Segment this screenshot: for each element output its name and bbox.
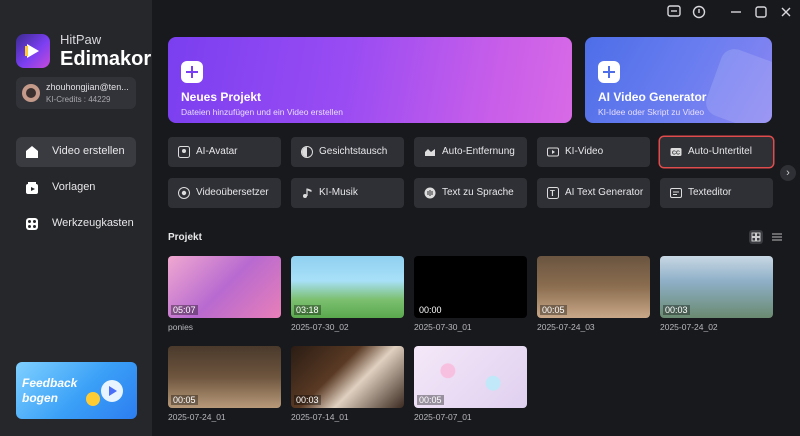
tool-auto-remove[interactable]: Auto-Entfernung — [414, 137, 527, 167]
duration-label: 00:05 — [540, 305, 567, 315]
project-name[interactable]: 2025-07-24_01 — [168, 412, 226, 422]
app-logo — [16, 34, 50, 68]
tool-label: AI Text Generator — [565, 187, 644, 198]
tool-text-to-speech[interactable]: Text zu Sprache — [414, 178, 527, 208]
templates-icon — [26, 182, 38, 194]
new-project-subtitle: Dateien hinzufügen und ein Video erstell… — [181, 107, 343, 117]
duration-label: 00:03 — [294, 395, 321, 405]
project-thumbnail-ponies[interactable]: 05:07 — [168, 256, 281, 318]
project-name[interactable]: 2025-07-07_01 — [414, 412, 472, 422]
home-icon — [26, 146, 38, 158]
sidebar: HitPaw Edimakor zhouhongjian@ten... KI-C… — [0, 0, 152, 436]
tts-icon — [424, 187, 436, 199]
tool-text-editor[interactable]: Texteditor — [660, 178, 773, 208]
avatar-icon — [178, 146, 190, 158]
account-name: zhouhongjian@ten... — [46, 82, 129, 92]
tool-label: KI-Musik — [319, 187, 358, 198]
tool-label: AI-Avatar — [196, 146, 238, 157]
project-thumbnail-2025-07-07-01[interactable]: 00:05 — [414, 346, 527, 408]
feedback-banner-line1: Feedback — [22, 376, 78, 390]
tool-video-translator[interactable]: Videoübersetzer — [168, 178, 281, 208]
project-thumbnail-2025-07-24-02[interactable]: 00:03 — [660, 256, 773, 318]
project-thumbnail-2025-07-30-01[interactable]: 00:00 — [414, 256, 527, 318]
ai-video-subtitle: KI-Idee oder Skript zu Video — [598, 107, 705, 117]
tool-label: Text zu Sprache — [442, 187, 514, 198]
tool-label: Auto-Untertitel — [688, 146, 752, 157]
translate-icon — [178, 187, 190, 199]
ai-video-title: AI Video Generator — [598, 90, 707, 104]
project-name[interactable]: 2025-07-30_02 — [291, 322, 349, 332]
ai-video-icon — [547, 147, 559, 157]
project-thumbnail-2025-07-24-01[interactable]: 00:05 — [168, 346, 281, 408]
sidebar-item-label: Vorlagen — [52, 181, 96, 193]
decorative-shape — [702, 45, 772, 123]
project-name[interactable]: 2025-07-14_01 — [291, 412, 349, 422]
sidebar-item-video-erstellen[interactable]: Video erstellen — [16, 137, 136, 167]
svg-text:T: T — [550, 189, 555, 198]
sidebar-item-label: Werkzeugkasten — [52, 217, 134, 229]
tool-label: Videoübersetzer — [196, 187, 269, 198]
info-icon[interactable] — [692, 5, 706, 19]
duration-label: 05:07 — [171, 305, 198, 315]
project-thumbnail-2025-07-24-03[interactable]: 00:05 — [537, 256, 650, 318]
tool-label: KI-Video — [565, 146, 604, 157]
tool-label: Gesichtstausch — [319, 146, 388, 157]
project-name[interactable]: ponies — [168, 322, 193, 332]
tool-ai-video[interactable]: KI-Video — [537, 137, 650, 167]
project-name[interactable]: 2025-07-30_01 — [414, 322, 472, 332]
tools-next-arrow-icon[interactable]: › — [780, 165, 796, 181]
sidebar-item-vorlagen[interactable]: Vorlagen — [16, 173, 136, 203]
account-credits: KI-Credits : 44229 — [46, 95, 111, 104]
tool-auto-subtitle[interactable]: CC Auto-Untertitel — [660, 137, 773, 167]
tool-ai-avatar[interactable]: AI-Avatar — [168, 137, 281, 167]
brand-name-line1: HitPaw — [60, 32, 102, 47]
sidebar-item-werkzeugkasten[interactable]: Werkzeugkasten — [16, 209, 136, 239]
list-view-icon[interactable] — [770, 230, 784, 244]
logo-icon — [25, 44, 39, 58]
feedback-banner-line2: bogen — [22, 391, 58, 405]
tool-face-swap[interactable]: Gesichtstausch — [291, 137, 404, 167]
new-project-title: Neues Projekt — [181, 90, 262, 104]
projects-section-title: Projekt — [168, 232, 202, 243]
minimize-icon[interactable] — [729, 5, 743, 19]
grid-view-icon[interactable] — [749, 230, 763, 244]
tool-label: Texteditor — [688, 187, 732, 198]
subtitle-cc-icon: CC — [670, 148, 682, 157]
play-icon — [101, 380, 123, 402]
text-generator-icon: T — [547, 187, 559, 199]
tool-ai-text-generator[interactable]: T AI Text Generator — [537, 178, 650, 208]
tool-ai-music[interactable]: KI-Musik — [291, 178, 404, 208]
close-icon[interactable] — [779, 5, 793, 19]
project-name[interactable]: 2025-07-24_03 — [537, 322, 595, 332]
duration-label: 00:05 — [171, 395, 198, 405]
plus-icon — [181, 61, 203, 83]
svg-text:CC: CC — [672, 151, 680, 157]
toolbox-icon — [26, 218, 38, 230]
duration-label: 00:03 — [663, 305, 690, 315]
project-name[interactable]: 2025-07-24_02 — [660, 322, 718, 332]
duration-label: 00:05 — [417, 395, 444, 405]
plus-icon — [598, 61, 620, 83]
brand-name-line2: Edimakor — [60, 48, 152, 70]
feedback-icon[interactable] — [667, 5, 681, 19]
tool-label: Auto-Entfernung — [442, 146, 515, 157]
maximize-icon[interactable] — [754, 5, 768, 19]
duration-label: 00:00 — [417, 305, 444, 315]
sidebar-item-label: Video erstellen — [52, 145, 125, 157]
avatar — [22, 84, 40, 102]
duration-label: 03:18 — [294, 305, 321, 315]
feedback-banner[interactable]: Feedback bogen — [16, 362, 137, 419]
account-panel[interactable]: zhouhongjian@ten... KI-Credits : 44229 — [16, 77, 136, 109]
music-icon — [303, 188, 312, 198]
project-thumbnail-2025-07-30-02[interactable]: 03:18 — [291, 256, 404, 318]
auto-remove-icon — [425, 149, 435, 156]
project-thumbnail-2025-07-14-01[interactable]: 00:03 — [291, 346, 404, 408]
face-swap-icon — [301, 146, 313, 158]
text-editor-icon — [670, 188, 682, 198]
heart-eyes-emoji-icon — [86, 392, 100, 406]
ai-video-generator-card[interactable]: AI Video Generator KI-Idee oder Skript z… — [585, 37, 772, 123]
new-project-card[interactable]: Neues Projekt Dateien hinzufügen und ein… — [168, 37, 572, 123]
